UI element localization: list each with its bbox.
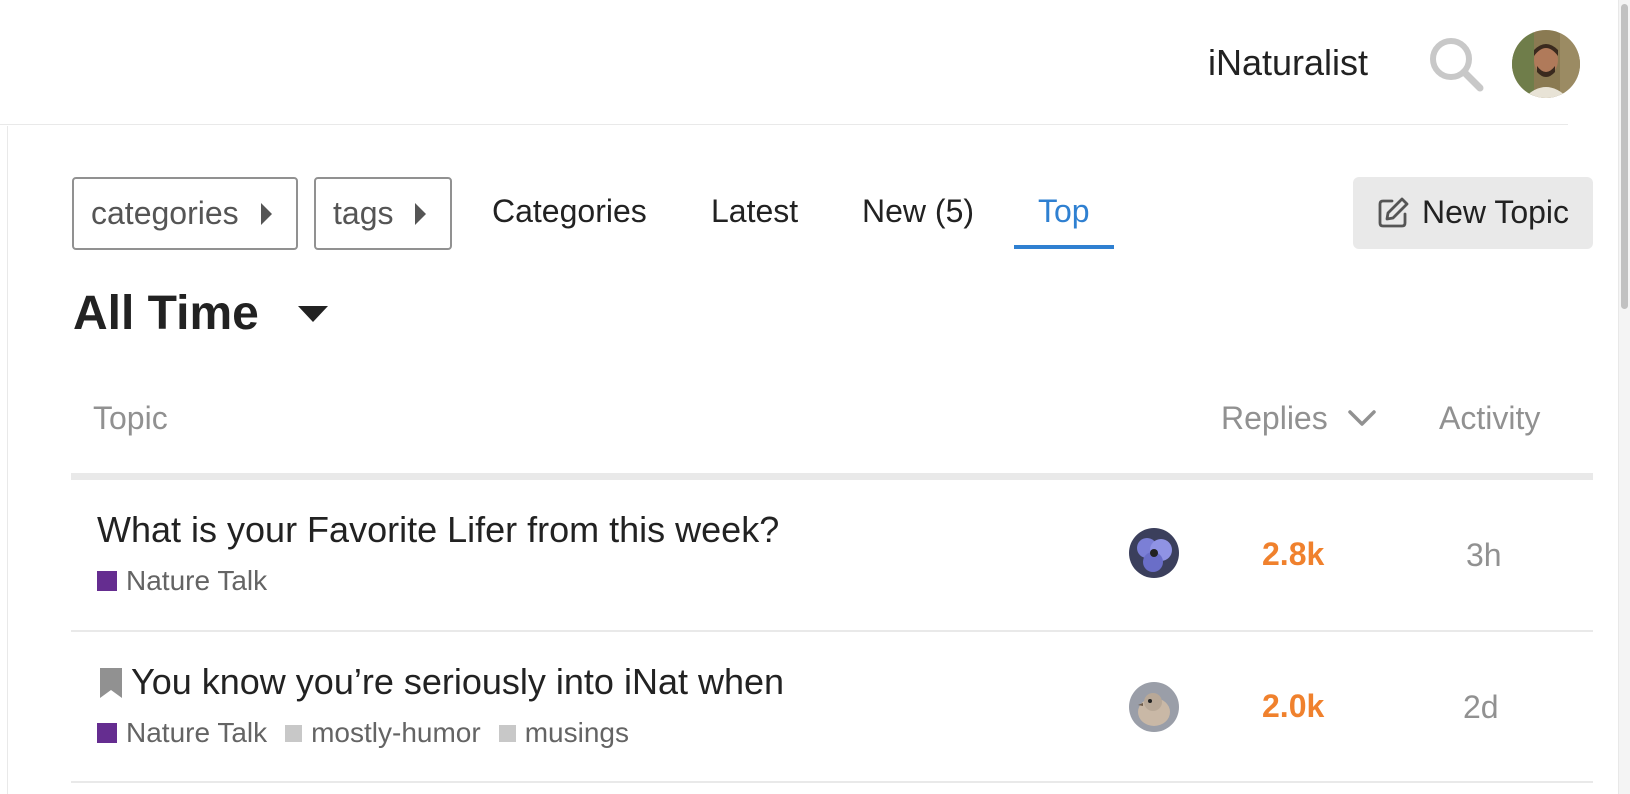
search-icon[interactable] [1424, 32, 1490, 98]
caret-right-icon [261, 203, 272, 225]
category-badge[interactable]: Nature Talk [97, 717, 267, 749]
category-color-swatch [97, 723, 117, 743]
category-label: Nature Talk [126, 565, 268, 596]
topic-tags: Nature Talk mostly-humor musings [97, 717, 647, 749]
user-avatar[interactable] [1512, 30, 1580, 98]
nav-latest[interactable]: Latest [711, 193, 798, 230]
new-topic-button[interactable]: New Topic [1353, 177, 1593, 249]
page-scrollbar-thumb[interactable] [1621, 4, 1628, 309]
edit-icon [1375, 195, 1411, 231]
column-header-activity[interactable]: Activity [1439, 400, 1540, 437]
tag-badge[interactable]: mostly-humor [285, 717, 481, 749]
caret-right-icon [415, 203, 426, 225]
bookmark-icon [100, 668, 122, 698]
column-header-replies[interactable]: Replies [1221, 400, 1328, 437]
tags-dropdown[interactable]: tags [314, 177, 452, 250]
tag-label: musings [524, 717, 629, 748]
tag-swatch [498, 724, 516, 742]
tags-dropdown-label: tags [333, 195, 394, 231]
active-tab-indicator [1014, 245, 1114, 249]
tag-swatch [285, 724, 303, 742]
categories-dropdown-label: categories [91, 195, 239, 231]
nav-top[interactable]: Top [1038, 193, 1090, 230]
period-title[interactable]: All Time [73, 286, 259, 341]
poster-avatar[interactable] [1129, 682, 1179, 732]
column-header-topic: Topic [93, 400, 168, 436]
content-left-border [7, 126, 8, 794]
table-header-divider [71, 473, 1593, 480]
topic-title-link[interactable]: You know you’re seriously into iNat when [131, 661, 784, 703]
poster-avatar[interactable] [1129, 528, 1179, 578]
row-divider [71, 781, 1593, 783]
tag-badge[interactable]: musings [498, 717, 629, 749]
caret-down-icon[interactable] [296, 304, 330, 324]
nav-categories[interactable]: Categories [492, 193, 647, 230]
topic-tags: Nature Talk [97, 565, 285, 597]
new-topic-label: New Topic [1422, 194, 1570, 230]
category-badge[interactable]: Nature Talk [97, 565, 267, 597]
topic-title-link[interactable]: What is your Favorite Lifer from this we… [97, 509, 779, 551]
tag-label: mostly-humor [311, 717, 481, 748]
row-divider [71, 630, 1593, 632]
activity-time[interactable]: 3h [1466, 537, 1502, 574]
activity-time[interactable]: 2d [1463, 689, 1499, 726]
site-header: iNaturalist [0, 0, 1580, 125]
category-color-swatch [97, 571, 117, 591]
site-title-link[interactable]: iNaturalist [1208, 42, 1368, 84]
nav-new[interactable]: New (5) [862, 193, 974, 230]
replies-count[interactable]: 2.8k [1262, 536, 1324, 573]
category-label: Nature Talk [126, 717, 268, 748]
chevron-down-icon[interactable] [1347, 406, 1377, 430]
categories-dropdown[interactable]: categories [72, 177, 298, 250]
replies-count[interactable]: 2.0k [1262, 688, 1324, 725]
